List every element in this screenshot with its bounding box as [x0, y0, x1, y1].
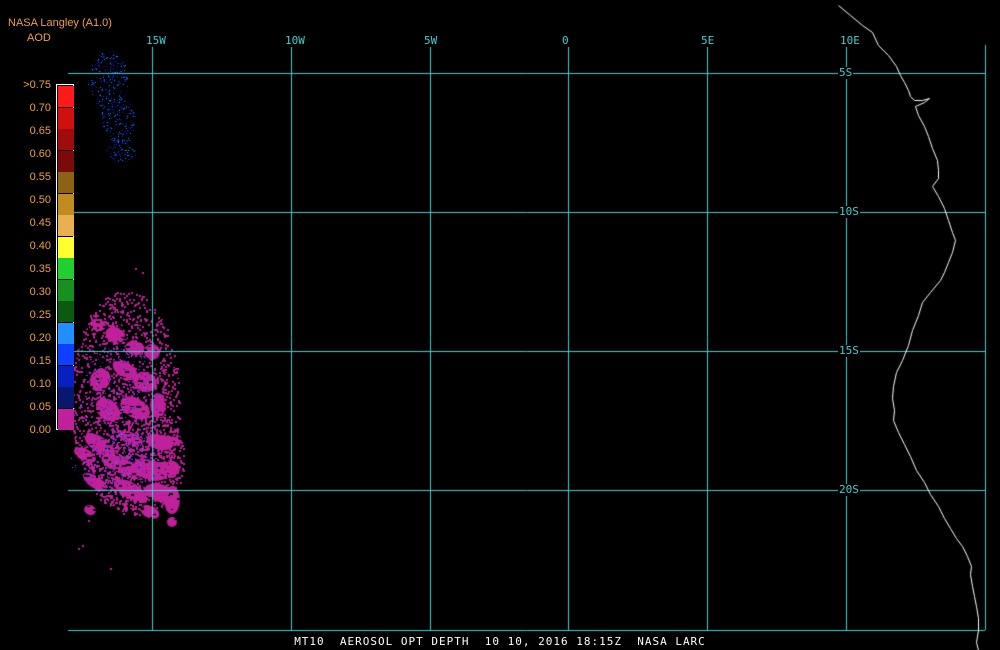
legend-label: 0.40 [29, 240, 51, 252]
legend-label: 0.50 [29, 194, 51, 206]
legend-label: 0.05 [29, 401, 51, 413]
legend-swatch [58, 301, 74, 322]
legend-label: 0.70 [29, 102, 51, 114]
latitude-label: 15S [838, 344, 860, 357]
legend-swatch [58, 193, 74, 215]
aod-map-canvas [0, 0, 1000, 650]
legend-swatch [58, 215, 74, 236]
legend-swatch [58, 258, 74, 279]
footer-caption: MT10 AEROSOL OPT DEPTH 10 10, 2016 18:15… [294, 635, 706, 648]
legend-swatch [58, 129, 74, 150]
legend-swatch [58, 387, 74, 408]
longitude-label: 10E [839, 34, 861, 47]
legend-label: 0.15 [29, 355, 51, 367]
legend-label: 0.55 [29, 171, 51, 183]
legend-label: >0.75 [23, 79, 51, 91]
longitude-label: 5W [423, 34, 439, 47]
legend-label: 0.30 [29, 286, 51, 298]
longitude-label: 5E [700, 34, 716, 47]
legend-label: 0.45 [29, 217, 51, 229]
legend-label: 0.10 [29, 378, 51, 390]
legend-label: 0.60 [29, 148, 51, 160]
legend-swatch [58, 365, 74, 387]
aod-color-scale [56, 84, 74, 430]
longitude-label: 0 [561, 34, 570, 47]
longitude-label: 10W [284, 34, 306, 47]
legend-swatch [58, 344, 74, 365]
legend-label: 0.35 [29, 263, 51, 275]
legend-swatch [58, 236, 74, 258]
legend-swatch [58, 322, 74, 344]
variable-label: AOD [27, 32, 51, 44]
legend-label: 0.65 [29, 125, 51, 137]
longitude-label: 15W [145, 34, 167, 47]
legend-swatch [58, 107, 74, 129]
legend-swatch [58, 408, 74, 430]
legend-label: 0.20 [29, 332, 51, 344]
legend-swatch [58, 150, 74, 172]
legend-label: 0.25 [29, 309, 51, 321]
legend-swatch [58, 279, 74, 301]
legend-swatch [58, 86, 74, 107]
product-title: NASA Langley (A1.0) [8, 17, 112, 29]
legend-label: 0.00 [29, 424, 51, 436]
latitude-label: 5S [838, 66, 854, 79]
legend-swatch [58, 172, 74, 193]
latitude-label: 10S [838, 205, 860, 218]
latitude-label: 20S [838, 483, 860, 496]
